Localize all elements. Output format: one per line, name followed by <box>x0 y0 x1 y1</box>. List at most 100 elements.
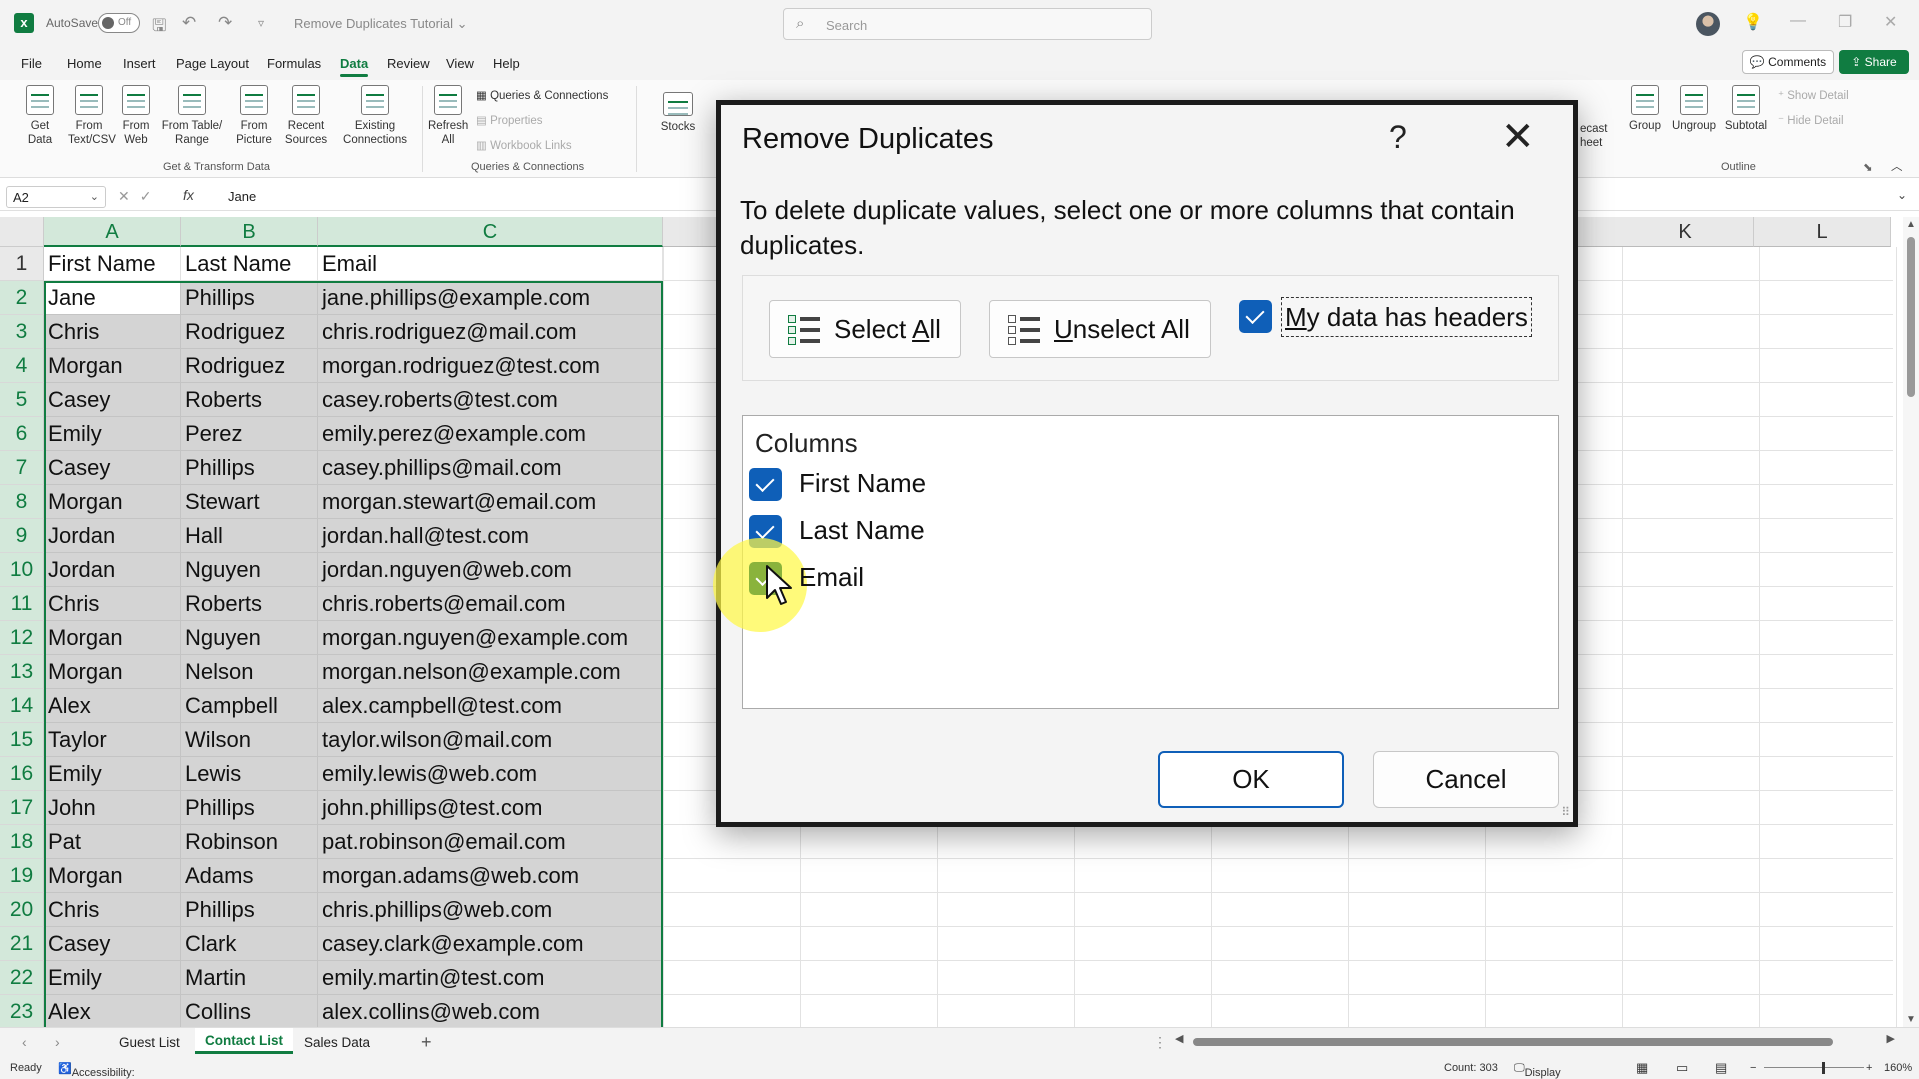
name-box[interactable]: A2 ⌄ <box>6 186 106 208</box>
table-cell[interactable]: casey.clark@example.com <box>318 927 663 961</box>
comments-button[interactable]: 💬 Comments <box>1742 50 1834 74</box>
scroll-left-icon[interactable]: ◀ <box>1175 1032 1183 1045</box>
vertical-scrollbar[interactable]: ▲ ▼ <box>1903 217 1919 1027</box>
select-all-button[interactable]: Select All <box>769 300 961 358</box>
header-cell[interactable]: Last Name <box>181 247 318 281</box>
row-header[interactable]: 17 <box>0 791 44 825</box>
count-status[interactable]: Count: 303 <box>1444 1062 1498 1074</box>
formula-cancel-confirm-icons[interactable]: ✕✓ <box>118 188 161 205</box>
table-cell[interactable]: Pat <box>44 825 181 859</box>
prev-sheet-icon[interactable]: ‹ <box>22 1034 27 1050</box>
table-cell[interactable]: morgan.nguyen@example.com <box>318 621 663 655</box>
table-cell[interactable]: Lewis <box>181 757 318 791</box>
table-cell[interactable]: Nelson <box>181 655 318 689</box>
row-header[interactable]: 15 <box>0 723 44 757</box>
forecast-sheet-button[interactable]: ecast heet <box>1580 122 1610 150</box>
expand-formula-bar-icon[interactable]: ⌄ <box>1897 188 1907 202</box>
row-header[interactable]: 8 <box>0 485 44 519</box>
table-cell[interactable]: pat.robinson@email.com <box>318 825 663 859</box>
table-cell[interactable]: Phillips <box>181 791 318 825</box>
table-cell[interactable]: taylor.wilson@mail.com <box>318 723 663 757</box>
group-button[interactable]: Group <box>1624 85 1666 133</box>
headers-checkbox-label[interactable]: My data has headers <box>1281 297 1532 337</box>
table-cell[interactable]: chris.phillips@web.com <box>318 893 663 927</box>
share-button[interactable]: ⇪ Share <box>1839 50 1909 74</box>
row-header[interactable]: 1 <box>0 247 44 281</box>
table-cell[interactable]: Emily <box>44 417 181 451</box>
help-icon[interactable]: ? <box>1389 119 1407 156</box>
existing-connections-button[interactable]: Existing Connections <box>340 85 410 147</box>
table-cell[interactable]: Phillips <box>181 893 318 927</box>
table-cell[interactable]: Morgan <box>44 655 181 689</box>
formula-value[interactable]: Jane <box>228 189 256 204</box>
row-header[interactable]: 2 <box>0 281 44 315</box>
table-cell[interactable]: morgan.stewart@email.com <box>318 485 663 519</box>
table-cell[interactable]: morgan.nelson@example.com <box>318 655 663 689</box>
refresh-all-button[interactable]: Refresh All <box>428 85 468 147</box>
header-cell[interactable]: Email <box>318 247 663 281</box>
scroll-right-icon[interactable]: ▶ <box>1887 1032 1895 1045</box>
table-cell[interactable]: Robinson <box>181 825 318 859</box>
table-cell[interactable]: Jane <box>44 281 181 315</box>
tab-formulas[interactable]: Formulas <box>267 56 321 71</box>
close-icon[interactable]: ✕ <box>1501 113 1535 161</box>
insert-function-icon[interactable]: fx <box>183 187 194 203</box>
table-cell[interactable]: Emily <box>44 961 181 995</box>
table-cell[interactable]: Adams <box>181 859 318 893</box>
add-sheet-icon[interactable]: + <box>421 1032 432 1053</box>
table-cell[interactable]: Chris <box>44 893 181 927</box>
resize-grip-icon[interactable]: ⠿ <box>1561 805 1570 819</box>
hide-detail-button[interactable]: ⁻ Hide Detail <box>1778 113 1844 127</box>
table-cell[interactable]: Nguyen <box>181 621 318 655</box>
tab-insert[interactable]: Insert <box>123 56 156 71</box>
save-icon[interactable]: 🖫 <box>152 13 166 42</box>
sheet-tab-contact-list[interactable]: Contact List <box>195 1028 294 1054</box>
show-detail-button[interactable]: ⁺ Show Detail <box>1778 88 1849 102</box>
row-header[interactable]: 6 <box>0 417 44 451</box>
sheet-tab-sales-data[interactable]: Sales Data <box>304 1035 370 1050</box>
accessibility-status[interactable]: ♿ Accessibility: Good to go <box>58 1062 135 1079</box>
redo-icon[interactable]: ↷ <box>218 13 232 33</box>
table-cell[interactable]: Martin <box>181 961 318 995</box>
scroll-up-icon[interactable]: ▲ <box>1906 219 1916 230</box>
table-cell[interactable]: morgan.rodriguez@test.com <box>318 349 663 383</box>
tab-home[interactable]: Home <box>67 56 102 71</box>
zoom-slider-thumb[interactable] <box>1822 1062 1825 1074</box>
from-picture-button[interactable]: From Picture <box>230 85 278 147</box>
column-header-b[interactable]: B <box>181 217 318 247</box>
table-cell[interactable]: alex.campbell@test.com <box>318 689 663 723</box>
table-cell[interactable]: Chris <box>44 587 181 621</box>
email-column-label[interactable]: Email <box>799 562 864 593</box>
page-layout-view-icon[interactable]: ▭ <box>1676 1060 1688 1076</box>
horizontal-scrollbar[interactable]: ◀ ▶ <box>1175 1032 1895 1049</box>
from-table-range-button[interactable]: From Table/ Range <box>160 85 224 147</box>
row-header[interactable]: 7 <box>0 451 44 485</box>
table-cell[interactable]: Casey <box>44 927 181 961</box>
scroll-down-icon[interactable]: ▼ <box>1906 1014 1916 1025</box>
tab-file[interactable]: File <box>21 56 42 71</box>
properties-button[interactable]: ▤ Properties <box>476 113 542 127</box>
table-cell[interactable]: Rodriguez <box>181 349 318 383</box>
stocks-button[interactable]: Stocks <box>650 92 706 134</box>
table-cell[interactable]: Emily <box>44 757 181 791</box>
table-cell[interactable]: Rodriguez <box>181 315 318 349</box>
row-header[interactable]: 20 <box>0 893 44 927</box>
first-name-checkbox[interactable] <box>749 468 782 501</box>
table-cell[interactable]: casey.roberts@test.com <box>318 383 663 417</box>
column-header-k[interactable]: K <box>1617 217 1754 247</box>
table-cell[interactable]: Taylor <box>44 723 181 757</box>
row-header[interactable]: 21 <box>0 927 44 961</box>
row-header[interactable]: 4 <box>0 349 44 383</box>
customize-toolbar-icon[interactable]: ▿ <box>258 16 264 30</box>
table-cell[interactable]: Hall <box>181 519 318 553</box>
row-header[interactable]: 22 <box>0 961 44 995</box>
table-cell[interactable]: jordan.nguyen@web.com <box>318 553 663 587</box>
table-cell[interactable]: morgan.adams@web.com <box>318 859 663 893</box>
search-input[interactable]: ⌕ Search <box>783 8 1152 40</box>
table-cell[interactable]: Roberts <box>181 383 318 417</box>
table-cell[interactable]: john.phillips@test.com <box>318 791 663 825</box>
column-header-c[interactable]: C <box>318 217 663 247</box>
header-cell[interactable]: First Name <box>44 247 181 281</box>
table-cell[interactable]: Stewart <box>181 485 318 519</box>
row-header[interactable]: 23 <box>0 995 44 1029</box>
